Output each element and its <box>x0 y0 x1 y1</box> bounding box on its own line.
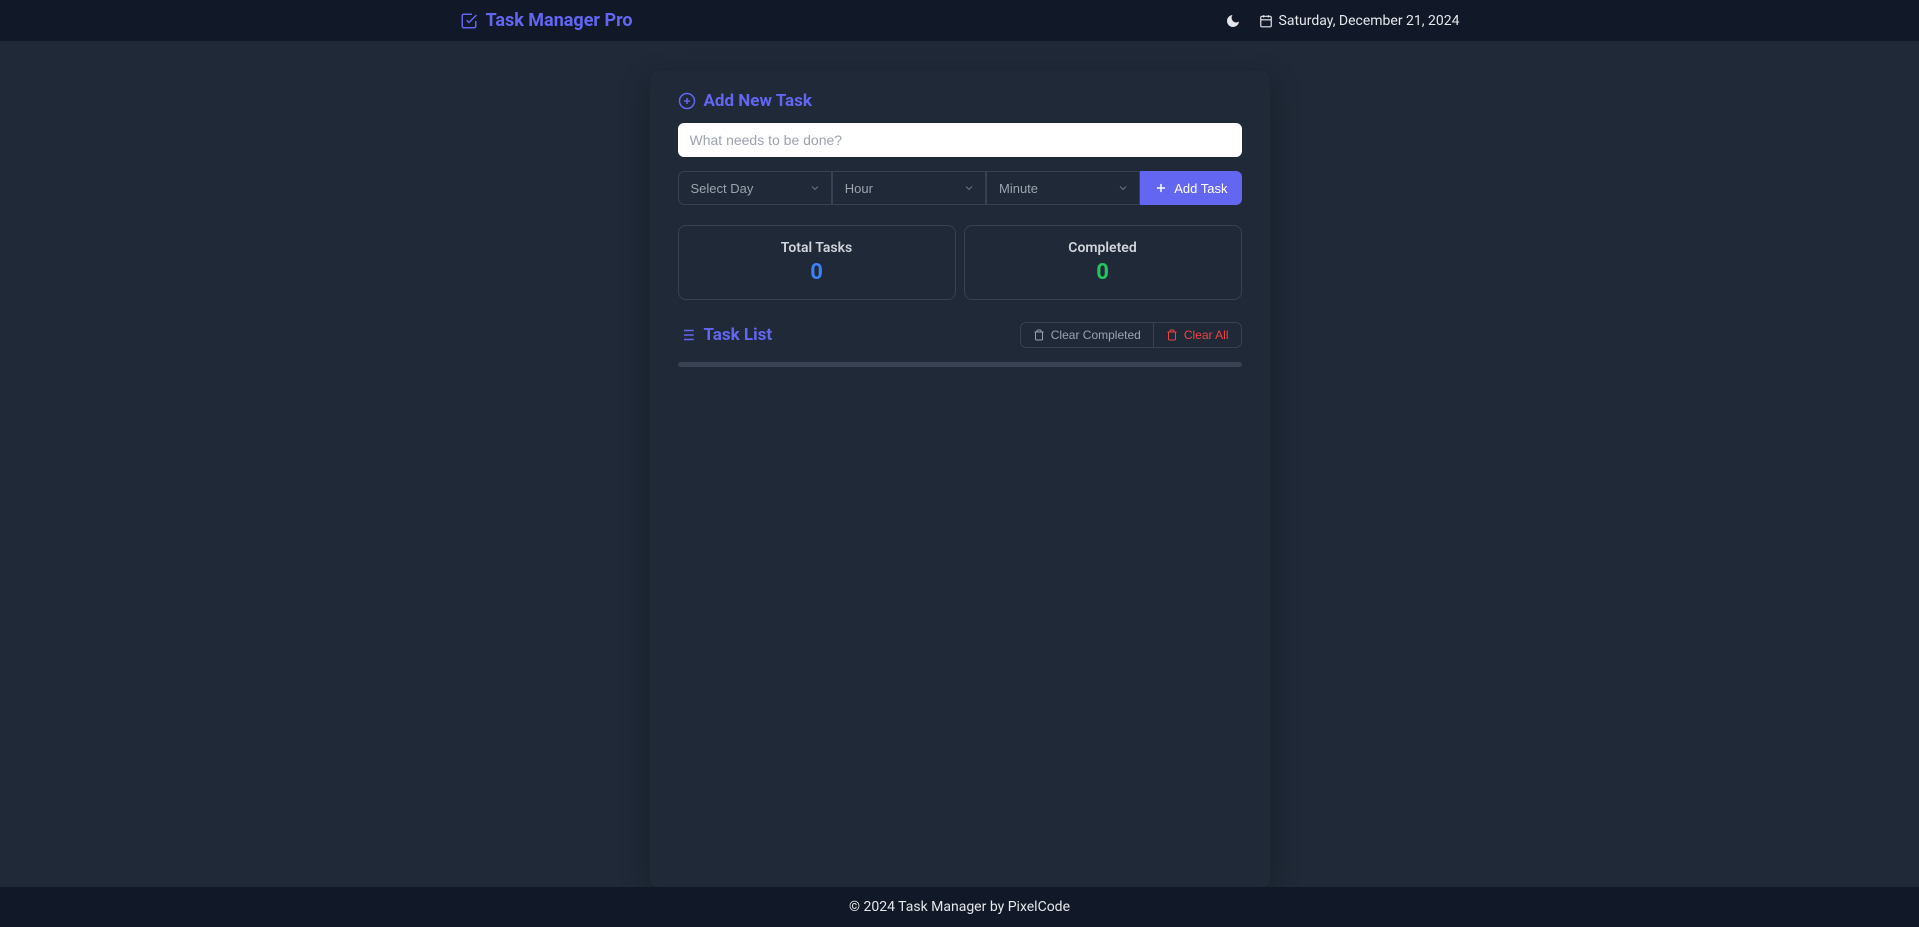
clear-completed-button[interactable]: Clear Completed <box>1020 322 1154 348</box>
list-section-title: Task List <box>678 325 773 345</box>
current-date: Saturday, December 21, 2024 <box>1259 13 1460 29</box>
app-header: Task Manager Pro Saturday, December 21, … <box>0 0 1919 41</box>
completed-label: Completed <box>975 240 1231 256</box>
date-text: Saturday, December 21, 2024 <box>1279 13 1460 29</box>
list-icon <box>678 326 696 344</box>
calendar-icon <box>1259 14 1273 28</box>
moon-icon <box>1225 13 1241 29</box>
completed-value: 0 <box>975 260 1231 285</box>
plus-icon <box>1154 181 1168 195</box>
check-square-icon <box>460 12 478 30</box>
total-value: 0 <box>689 260 945 285</box>
app-title: Task Manager Pro <box>486 10 633 31</box>
plus-circle-icon <box>678 92 696 110</box>
minute-select[interactable]: Minute <box>987 172 1139 204</box>
clear-all-button[interactable]: Clear All <box>1154 322 1242 348</box>
day-select[interactable]: Select Day <box>679 172 831 204</box>
main-content: Add New Task Select Day Hour Minute <box>0 41 1919 887</box>
total-label: Total Tasks <box>689 240 945 256</box>
app-logo: Task Manager Pro <box>460 10 633 31</box>
trash-icon <box>1033 329 1045 341</box>
task-input[interactable] <box>678 123 1242 157</box>
list-divider <box>678 362 1242 367</box>
total-tasks-stat: Total Tasks 0 <box>678 225 956 300</box>
add-task-button[interactable]: Add Task <box>1140 171 1241 205</box>
add-section-title: Add New Task <box>678 91 1242 111</box>
app-footer: © 2024 Task Manager by PixelCode <box>0 887 1919 927</box>
theme-toggle[interactable] <box>1225 13 1241 29</box>
footer-text: © 2024 Task Manager by PixelCode <box>849 899 1070 915</box>
task-card: Add New Task Select Day Hour Minute <box>650 71 1270 887</box>
hour-select[interactable]: Hour <box>833 172 985 204</box>
completed-tasks-stat: Completed 0 <box>964 225 1242 300</box>
trash-icon <box>1166 329 1178 341</box>
